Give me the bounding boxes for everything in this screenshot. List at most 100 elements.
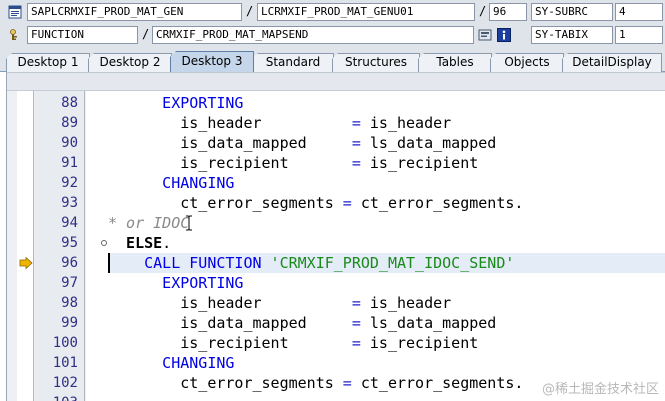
code-token: CHANGING [162,174,235,192]
code-token: is_recipient [360,154,479,172]
line-number: 88 [61,95,78,111]
code-token: EXPORTING [162,274,244,292]
code-token: = [351,154,361,172]
code-text: is_data_mapped = ls_data_mapped [180,133,496,153]
code-line[interactable]: 100 is_recipient = is_recipient [7,333,665,353]
code-line[interactable]: 101 CHANGING [7,353,665,373]
debugger-info-area: SAPLCRMXIF_PROD_MAT_GEN / LCRMXIF_PROD_M… [0,0,665,46]
code-text: is_recipient = is_recipient [180,153,478,173]
program-info-row: SAPLCRMXIF_PROD_MAT_GEN / LCRMXIF_PROD_M… [0,1,665,23]
code-line[interactable]: 90 is_data_mapped = ls_data_mapped [7,133,665,153]
include-name-field[interactable]: LCRMXIF_PROD_MAT_GENU01 [257,3,475,21]
info-icon[interactable] [497,28,511,42]
code-token: = [351,134,361,152]
line-number: 103 [35,393,78,401]
line-number: 96 [61,255,78,271]
code-text: is_data_mapped = ls_data_mapped [180,313,496,333]
code-line[interactable]: 98 is_header = is_header [7,293,665,313]
tab-desktop-2[interactable]: Desktop 2 [88,53,172,72]
tab-desktop-3[interactable]: Desktop 3 [170,51,254,72]
program-name-field[interactable]: SAPLCRMXIF_PROD_MAT_GEN [27,3,242,21]
code-token: ct_error_segments [351,374,515,392]
code-text: is_recipient = is_recipient [180,333,478,353]
line-number: 101 [52,355,78,371]
fold-marker-icon[interactable] [101,240,107,246]
tab-standard[interactable]: Standard [252,53,334,72]
line-number: 94 [61,215,78,231]
code-token: is_recipient [180,334,352,352]
code-token: = [351,334,361,352]
code-line[interactable]: 96 CALL FUNCTION 'CRMXIF_PROD_MAT_IDOC_SE… [7,253,665,273]
line-number: 91 [61,155,78,171]
line-number: 89 [61,115,78,131]
event-name-field[interactable]: CRMXIF_PROD_MAT_MAPSEND [152,26,474,44]
code-token: is_data_mapped [180,314,352,332]
sy-subrc-value[interactable]: 4 [615,3,663,21]
line-number: 98 [61,295,78,311]
code-token: CHANGING [162,354,235,372]
event-info-row: FUNCTION / CRMXIF_PROD_MAT_MAPSEND SY-TA… [0,24,665,46]
display-icon[interactable] [478,28,492,42]
code-token: . [514,194,524,212]
code-line[interactable]: 99 is_data_mapped = ls_data_mapped [7,313,665,333]
code-text: is_header = is_header [180,293,451,313]
code-text: CHANGING [162,353,234,373]
code-token: . [514,374,524,392]
code-token: ct_error_segments [180,194,343,212]
code-token: is_header [180,294,352,312]
tab-tables[interactable]: Tables [418,53,492,72]
source-code-editor: 88 EXPORTING 89 is_header = is_header 90 is_d… [6,72,665,401]
line-number: 102 [52,375,78,391]
code-token: 'CRMXIF_PROD_MAT_IDOC_SEND' [270,254,515,272]
tab-objects[interactable]: Objects [490,53,564,72]
sy-subrc-label[interactable]: SY-SUBRC [531,3,613,21]
code-line[interactable]: 88 EXPORTING [7,93,665,113]
function-module-icon [10,29,17,40]
sy-tabix-label[interactable]: SY-TABIX [531,26,613,44]
code-text: ct_error_segments = ct_error_segments. [180,373,523,393]
tab-structures[interactable]: Structures [332,53,420,72]
line-number: 90 [61,135,78,151]
code-token: is_data_mapped [180,134,352,152]
code-line[interactable]: 92 CHANGING [7,173,665,193]
code-line[interactable]: 97 EXPORTING [7,273,665,293]
code-token: EXPORTING [162,94,244,112]
code-text: ELSE. [126,233,171,253]
code-token: * or IDOC [108,214,190,232]
sy-tabix-value[interactable]: 1 [615,26,663,44]
code-text: ct_error_segments = ct_error_segments. [180,193,523,213]
line-number: 95 [61,235,78,251]
separator: / [479,4,487,18]
line-number: 97 [61,275,78,291]
code-line[interactable]: 91 is_recipient = is_recipient [7,153,665,173]
line-number: 92 [61,175,78,191]
code-token: is_header [360,114,452,132]
separator: / [142,27,150,41]
watermark: @稀土掘金技术社区 [541,382,659,397]
code-line[interactable]: 89 is_header = is_header [7,113,665,133]
code-text: CALL FUNCTION 'CRMXIF_PROD_MAT_IDOC_SEND… [144,253,514,273]
editor-header [7,73,665,91]
code-token: ls_data_mapped [360,134,497,152]
code-token: is_recipient [360,334,479,352]
code-token: is_recipient [180,154,352,172]
tab-detaildisplay[interactable]: DetailDisplay [562,53,662,72]
event-type-field[interactable]: FUNCTION [27,26,138,44]
code-token: CALL FUNCTION [144,254,262,272]
code-token: = [342,374,352,392]
code-text: EXPORTING [162,93,243,113]
line-number-field[interactable]: 96 [489,3,527,21]
code-line[interactable]: 93 ct_error_segments = ct_error_segments. [7,193,665,213]
desktop-tab-strip: Desktop 1 Desktop 2 Desktop 3 Standard Struc… [0,46,665,72]
line-number: 100 [52,335,78,351]
code-token: ls_data_mapped [360,314,497,332]
code-text: EXPORTING [162,273,243,293]
tab-desktop-1[interactable]: Desktop 1 [6,53,90,72]
code-text: * or IDOC [108,213,189,233]
code-token: ct_error_segments [180,374,343,392]
line-number: 99 [61,315,78,331]
code-line[interactable]: 94 * or IDOC [7,213,665,233]
line-number: 93 [61,195,78,211]
code-token: = [351,294,361,312]
